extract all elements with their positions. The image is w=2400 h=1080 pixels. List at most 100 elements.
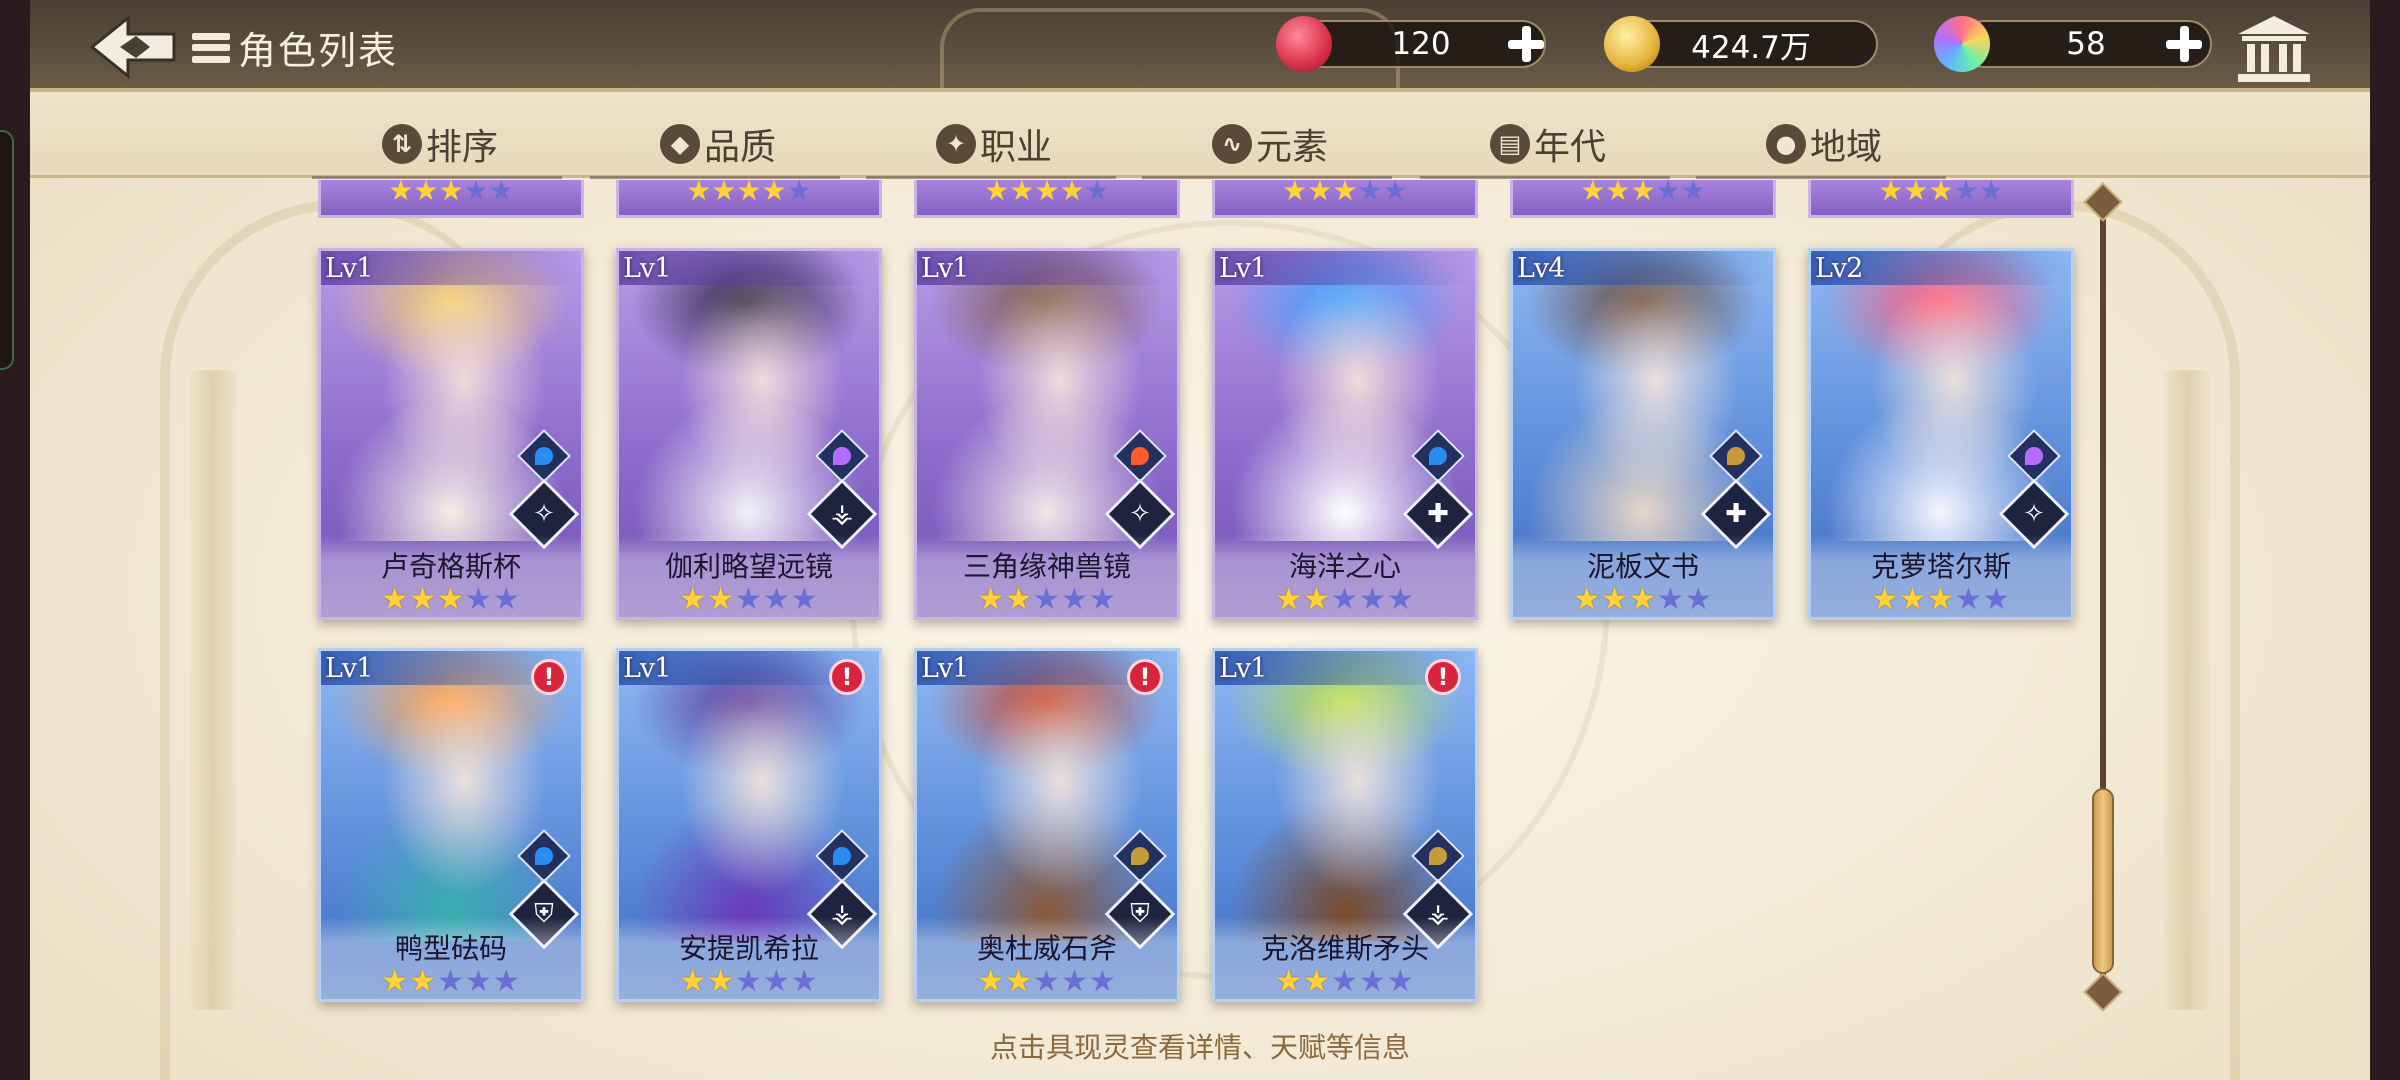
card-stub[interactable]: ★★★★★ xyxy=(616,180,882,218)
star-filled-icon: ★ xyxy=(1573,582,1602,617)
star-empty-icon: ★ xyxy=(1060,964,1089,999)
star-filled-icon: ★ xyxy=(437,582,465,617)
hint-text: 点击具现灵查看详情、天赋等信息 xyxy=(989,1031,1410,1064)
back-button[interactable] xyxy=(89,14,176,80)
star-filled-icon: ★ xyxy=(1303,964,1332,999)
gold-coin-icon xyxy=(1604,16,1660,72)
filter-class[interactable]: ✦ 职业 xyxy=(936,118,1052,170)
character-card[interactable]: Lv1 ✧ 三角缘神兽镜 ★★★★★ xyxy=(914,248,1180,620)
filter-element-label: 元素 xyxy=(1256,127,1329,168)
character-name: 卢奇格斯杯 xyxy=(380,550,521,583)
card-stub-stars: ★★★★★ xyxy=(984,180,1110,207)
alert-icon: ! xyxy=(1127,659,1163,695)
card-stub[interactable]: ★★★★★ xyxy=(1808,180,2074,218)
card-stub[interactable]: ★★★★★ xyxy=(914,180,1180,218)
add-can-button[interactable] xyxy=(1504,22,1548,66)
star-filled-icon: ★ xyxy=(1005,964,1034,999)
star-empty-icon: ★ xyxy=(1033,964,1061,999)
filter-bar xyxy=(30,92,2370,178)
star-empty-icon: ★ xyxy=(1386,964,1415,999)
character-card[interactable]: Lv1! ⛨ 鸭型砝码 ★★★★★ xyxy=(318,648,584,1002)
character-card[interactable]: Lv1 ✧ 卢奇格斯杯 ★★★★★ xyxy=(318,248,584,620)
museum-button[interactable] xyxy=(2236,14,2312,84)
character-name: 伽利略望远镜 xyxy=(664,550,833,583)
filter-element[interactable]: ∿ 元素 xyxy=(1212,118,1328,170)
filter-sort[interactable]: ⇅ 排序 xyxy=(382,118,498,170)
star-empty-icon: ★ xyxy=(1684,582,1713,617)
character-card[interactable]: Lv2 ✧ 克萝塔尔斯 ★★★★★ xyxy=(1808,248,2074,620)
star-filled-icon: ★ xyxy=(1899,582,1928,617)
star-rating: ★★★★★ xyxy=(321,582,581,617)
star-filled-icon: ★ xyxy=(381,964,410,999)
element-glyph xyxy=(1131,847,1149,865)
character-card[interactable]: Lv1 ⚶ 伽利略望远镜 ★★★★★ xyxy=(616,248,882,620)
character-name: 海洋之心 xyxy=(1288,550,1401,583)
star-rating: ★★★★★ xyxy=(1811,582,2071,617)
character-level: Lv2 xyxy=(1815,253,1863,284)
star-filled-icon: ★ xyxy=(1601,582,1630,617)
star-empty-icon: ★ xyxy=(492,582,521,617)
class-glyph: ✧ xyxy=(533,499,555,529)
star-filled-icon: ★ xyxy=(409,582,438,617)
character-card[interactable]: Lv4 ✚ 泥板文书 ★★★★★ xyxy=(1510,248,1776,620)
character-level: Lv1 xyxy=(623,253,671,284)
character-name: 鸭型砝码 xyxy=(394,932,507,965)
alert-icon: ! xyxy=(1425,659,1461,695)
star-rating: ★★★★★ xyxy=(917,964,1177,999)
star-filled-icon: ★ xyxy=(381,582,410,617)
star-rating: ★★★★★ xyxy=(1215,582,1475,617)
filter-quality-underline xyxy=(590,176,840,179)
scroll-thumb[interactable] xyxy=(2092,788,2114,974)
card-stub[interactable]: ★★★★★ xyxy=(318,180,584,218)
character-level: Lv1 xyxy=(325,253,373,284)
star-empty-icon: ★ xyxy=(762,582,791,617)
character-card[interactable]: Lv1! ⛨ 奥杜威石斧 ★★★★★ xyxy=(914,648,1180,1002)
class-icon: ✦ xyxy=(936,124,976,164)
add-gem-button[interactable] xyxy=(2162,22,2206,66)
museum-icon xyxy=(2238,16,2310,82)
star-rating: ★★★★★ xyxy=(1215,964,1475,999)
soda-can-icon xyxy=(1276,16,1332,72)
element-glyph xyxy=(535,447,553,465)
element-glyph xyxy=(1727,447,1745,465)
filter-quality[interactable]: ◆ 品质 xyxy=(660,118,776,170)
star-filled-icon: ★ xyxy=(679,964,708,999)
star-empty-icon: ★ xyxy=(437,964,465,999)
filter-region[interactable]: ● 地域 xyxy=(1766,118,1882,170)
star-empty-icon: ★ xyxy=(790,964,819,999)
star-filled-icon: ★ xyxy=(1303,582,1332,617)
star-filled-icon: ★ xyxy=(1275,582,1304,617)
star-empty-icon: ★ xyxy=(1331,964,1359,999)
right-pillar xyxy=(2164,370,2210,1010)
class-glyph: ⚶ xyxy=(830,499,854,529)
filter-class-label: 职业 xyxy=(980,127,1053,168)
star-empty-icon: ★ xyxy=(1982,582,2011,617)
star-rating: ★★★★★ xyxy=(619,964,879,999)
resource-coin: 424.7万 xyxy=(1624,20,1878,68)
star-filled-icon: ★ xyxy=(1871,582,1900,617)
character-card[interactable]: Lv1! ⚶ 安提凯希拉 ★★★★★ xyxy=(616,648,882,1002)
star-empty-icon: ★ xyxy=(1033,582,1061,617)
filter-quality-label: 品质 xyxy=(704,127,777,168)
character-level: Lv1 xyxy=(325,653,373,684)
rainbow-gem-icon xyxy=(1934,16,1990,72)
filter-era-underline xyxy=(1420,176,1670,179)
element-glyph xyxy=(833,847,851,865)
character-card[interactable]: Lv1 ✚ 海洋之心 ★★★★★ xyxy=(1212,248,1478,620)
filter-era[interactable]: ▤ 年代 xyxy=(1490,118,1606,170)
character-name: 克洛维斯矛头 xyxy=(1260,932,1429,965)
card-stub[interactable]: ★★★★★ xyxy=(1212,180,1478,218)
side-drawer-tab[interactable] xyxy=(0,130,14,370)
character-level: Lv1 xyxy=(623,653,671,684)
star-filled-icon: ★ xyxy=(977,964,1006,999)
character-level: Lv1 xyxy=(921,253,969,284)
era-icon: ▤ xyxy=(1490,124,1530,164)
star-empty-icon: ★ xyxy=(735,582,763,617)
character-card[interactable]: Lv1! ⚶ 克洛维斯矛头 ★★★★★ xyxy=(1212,648,1478,1002)
star-filled-icon: ★ xyxy=(1275,964,1304,999)
card-stub[interactable]: ★★★★★ xyxy=(1510,180,1776,218)
card-stub-stars: ★★★★★ xyxy=(1878,180,2004,207)
resource-can-value: 120 xyxy=(1391,26,1451,62)
filter-region-label: 地域 xyxy=(1810,127,1883,168)
star-rating: ★★★★★ xyxy=(917,582,1177,617)
